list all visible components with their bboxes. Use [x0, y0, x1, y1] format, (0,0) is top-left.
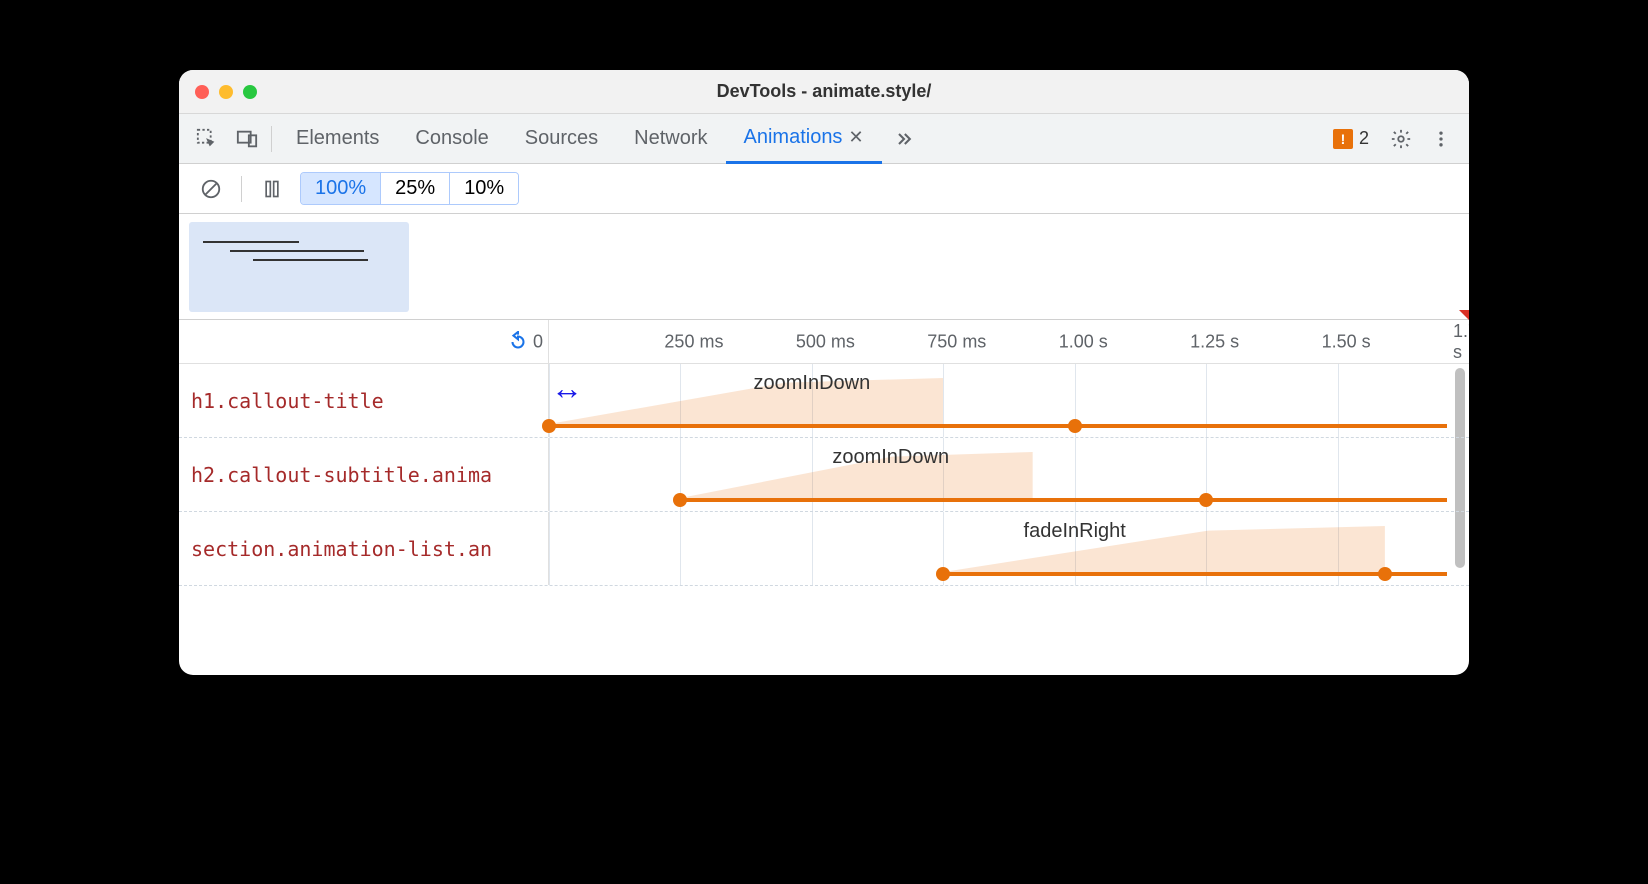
animation-name-label: zoomInDown — [832, 446, 949, 469]
tab-label: Console — [415, 127, 488, 150]
timeline-ruler: 0 250 ms 500 ms 750 ms 1.00 s 1.25 s 1.50 s 1.7… — [179, 320, 1469, 364]
replay-icon — [507, 331, 529, 353]
kebab-icon — [1431, 129, 1451, 149]
replay-button[interactable] — [500, 324, 536, 360]
easing-curve — [549, 378, 943, 424]
speed-option[interactable]: 100% — [301, 173, 381, 204]
clear-button[interactable] — [193, 171, 229, 207]
minimize-window-button[interactable] — [219, 85, 233, 99]
ruler-tick: 1.25 s — [1190, 331, 1239, 352]
speed-option[interactable]: 10% — [450, 173, 518, 204]
keyframe-dot[interactable] — [936, 567, 950, 581]
pause-icon — [262, 179, 282, 199]
animation-bar[interactable] — [943, 572, 1447, 576]
animation-bar[interactable] — [680, 498, 1447, 502]
animation-track[interactable]: zoomInDown — [549, 364, 1469, 437]
divider — [271, 126, 272, 152]
animation-row[interactable]: h1.callout-title zoomInDown — [179, 364, 1469, 438]
animation-group-thumb[interactable] — [189, 222, 409, 312]
devtools-window: DevTools - animate.style/ Elements Consol… — [179, 70, 1469, 675]
element-selector[interactable]: h2.callout-subtitle.anima — [179, 438, 549, 511]
titlebar: DevTools - animate.style/ — [179, 70, 1469, 114]
animation-row[interactable]: section.animation-list.an fadeInRight — [179, 512, 1469, 586]
zoom-window-button[interactable] — [243, 85, 257, 99]
gridline — [549, 512, 550, 585]
gridline — [549, 438, 550, 511]
animation-track[interactable]: zoomInDown — [549, 438, 1469, 511]
element-selector[interactable]: section.animation-list.an — [179, 512, 549, 585]
traffic-lights — [195, 85, 257, 99]
ruler-tick: 250 ms — [664, 331, 723, 352]
ruler-tick: 750 ms — [927, 331, 986, 352]
ruler-left — [179, 320, 549, 363]
main-tabbar: Elements Console Sources Network Animations✕… — [179, 114, 1469, 164]
animation-name-label: fadeInRight — [1024, 520, 1126, 543]
inspect-element-button[interactable] — [189, 121, 225, 157]
animation-name-label: zoomInDown — [753, 372, 870, 395]
tab-elements[interactable]: Elements — [278, 114, 397, 164]
tab-sources[interactable]: Sources — [507, 114, 616, 164]
animation-bar[interactable] — [549, 424, 1447, 428]
gridline — [812, 512, 813, 585]
keyframe-dot[interactable] — [673, 493, 687, 507]
close-window-button[interactable] — [195, 85, 209, 99]
tab-animations[interactable]: Animations✕ — [726, 114, 882, 164]
animation-row[interactable]: h2.callout-subtitle.anima zoomInDown — [179, 438, 1469, 512]
tab-network[interactable]: Network — [616, 114, 725, 164]
ruler-tick: 1.00 s — [1059, 331, 1108, 352]
divider — [241, 176, 242, 202]
keyframe-dot[interactable] — [1199, 493, 1213, 507]
animation-track[interactable]: fadeInRight — [549, 512, 1469, 585]
tab-label: Elements — [296, 127, 379, 150]
animations-toolbar: 100%25%10% — [179, 164, 1469, 214]
ruler-tick: 1.50 s — [1322, 331, 1371, 352]
ruler-tick: 500 ms — [796, 331, 855, 352]
keyframe-dot[interactable] — [1378, 567, 1392, 581]
tab-console[interactable]: Console — [397, 114, 506, 164]
easing-curve — [943, 526, 1385, 572]
end-marker-icon — [1459, 310, 1469, 320]
tab-label: Animations — [744, 126, 843, 149]
gear-icon — [1390, 128, 1412, 150]
warning-icon: ! — [1333, 129, 1353, 149]
window-title: DevTools - animate.style/ — [179, 81, 1469, 102]
keyframe-dot[interactable] — [1068, 419, 1082, 433]
tab-label: Sources — [525, 127, 598, 150]
close-tab-icon[interactable]: ✕ — [848, 127, 863, 148]
playback-speed-group: 100%25%10% — [300, 172, 519, 205]
pause-button[interactable] — [254, 171, 290, 207]
element-selector[interactable]: h1.callout-title — [179, 364, 549, 437]
issues-count: 2 — [1359, 128, 1369, 149]
animation-rows: ↔ h1.callout-titlezoomInDownh2.callout-s… — [179, 364, 1469, 675]
tab-label: Network — [634, 127, 707, 150]
ruler-tick: 1.75 s — [1453, 321, 1469, 363]
clear-icon — [200, 178, 222, 200]
settings-button[interactable] — [1383, 121, 1419, 157]
keyframe-dot[interactable] — [542, 419, 556, 433]
device-toolbar-button[interactable] — [229, 121, 265, 157]
ruler-tick: 0 — [533, 331, 543, 352]
more-tabs-button[interactable] — [886, 121, 922, 157]
issues-badge[interactable]: ! 2 — [1333, 128, 1369, 149]
gridline — [680, 512, 681, 585]
more-menu-button[interactable] — [1423, 121, 1459, 157]
speed-option[interactable]: 25% — [381, 173, 450, 204]
animation-groups-strip — [179, 214, 1469, 320]
